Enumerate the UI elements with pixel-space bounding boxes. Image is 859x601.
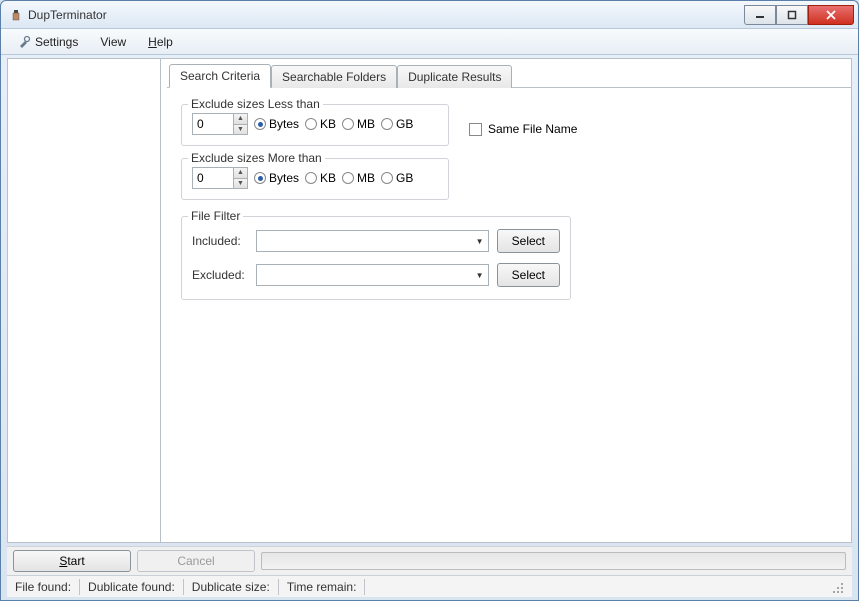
close-button[interactable] (808, 5, 854, 25)
tab-content: Exclude sizes Less than ▲ ▼ (161, 88, 851, 316)
menu-help[interactable]: Help (138, 32, 183, 52)
radio-more-bytes[interactable]: Bytes (254, 171, 299, 185)
left-panel (8, 59, 161, 542)
exclude-more-label: Exclude sizes More than (188, 151, 325, 165)
same-file-name-checkbox[interactable]: Same File Name (469, 122, 577, 136)
spin-up-icon[interactable]: ▲ (233, 168, 247, 179)
cancel-button: Cancel (137, 550, 255, 572)
file-filter-group: File Filter Included: ▼ Select Excluded: (181, 216, 571, 300)
minimize-button[interactable] (744, 5, 776, 25)
statusbar: File found: Dublicate found: Dublicate s… (7, 575, 852, 597)
excluded-label: Excluded: (192, 268, 248, 282)
status-file-found: File found: (13, 579, 80, 595)
radio-less-kb[interactable]: KB (305, 117, 336, 131)
progress-bar (261, 552, 846, 570)
exclude-less-spinner[interactable]: ▲ ▼ (192, 113, 248, 135)
radio-less-mb[interactable]: MB (342, 117, 375, 131)
titlebar[interactable]: DupTerminator (1, 1, 858, 29)
status-dublicate-found: Dublicate found: (80, 579, 184, 595)
menu-view[interactable]: View (90, 32, 136, 52)
spin-down-icon[interactable]: ▼ (233, 125, 247, 135)
maximize-button[interactable] (776, 5, 808, 25)
exclude-more-spinner[interactable]: ▲ ▼ (192, 167, 248, 189)
included-combo[interactable]: ▼ (256, 230, 489, 252)
main-window: DupTerminator Settings View Help Search … (0, 0, 859, 601)
exclude-more-group: Exclude sizes More than ▲ ▼ (181, 158, 449, 200)
exclude-more-input[interactable] (193, 168, 233, 188)
menu-settings[interactable]: Settings (7, 32, 88, 52)
spin-down-icon[interactable]: ▼ (233, 179, 247, 189)
tab-searchable-folders[interactable]: Searchable Folders (271, 65, 397, 88)
exclude-less-group: Exclude sizes Less than ▲ ▼ (181, 104, 449, 146)
menu-settings-label: Settings (35, 35, 78, 49)
included-select-button[interactable]: Select (497, 229, 560, 253)
tabstrip: Search Criteria Searchable Folders Dupli… (167, 61, 851, 88)
status-dublicate-size: Dublicate size: (184, 579, 279, 595)
resize-grip-icon[interactable] (832, 582, 846, 596)
right-panel: Search Criteria Searchable Folders Dupli… (161, 59, 851, 542)
status-time-remain: Time remain: (279, 579, 366, 595)
radio-more-mb[interactable]: MB (342, 171, 375, 185)
app-icon (9, 8, 23, 22)
same-file-name-label: Same File Name (488, 122, 577, 136)
wrench-icon (17, 35, 31, 49)
radio-less-bytes[interactable]: Bytes (254, 117, 299, 131)
menubar: Settings View Help (1, 29, 858, 55)
window-title: DupTerminator (28, 8, 744, 22)
chevron-down-icon[interactable]: ▼ (472, 265, 488, 285)
start-button[interactable]: Start (13, 550, 131, 572)
excluded-select-button[interactable]: Select (497, 263, 560, 287)
radio-more-gb[interactable]: GB (381, 171, 413, 185)
chevron-down-icon[interactable]: ▼ (472, 231, 488, 251)
tab-search-criteria[interactable]: Search Criteria (169, 64, 271, 88)
radio-more-kb[interactable]: KB (305, 171, 336, 185)
exclude-less-input[interactable] (193, 114, 233, 134)
spin-up-icon[interactable]: ▲ (233, 114, 247, 125)
client-area: Search Criteria Searchable Folders Dupli… (7, 58, 852, 543)
radio-less-gb[interactable]: GB (381, 117, 413, 131)
exclude-less-label: Exclude sizes Less than (188, 97, 323, 111)
included-label: Included: (192, 234, 248, 248)
checkbox-box-icon (469, 123, 482, 136)
excluded-combo[interactable]: ▼ (256, 264, 489, 286)
tab-duplicate-results[interactable]: Duplicate Results (397, 65, 512, 88)
file-filter-label: File Filter (188, 209, 243, 223)
action-bar: Start Cancel (7, 546, 852, 575)
